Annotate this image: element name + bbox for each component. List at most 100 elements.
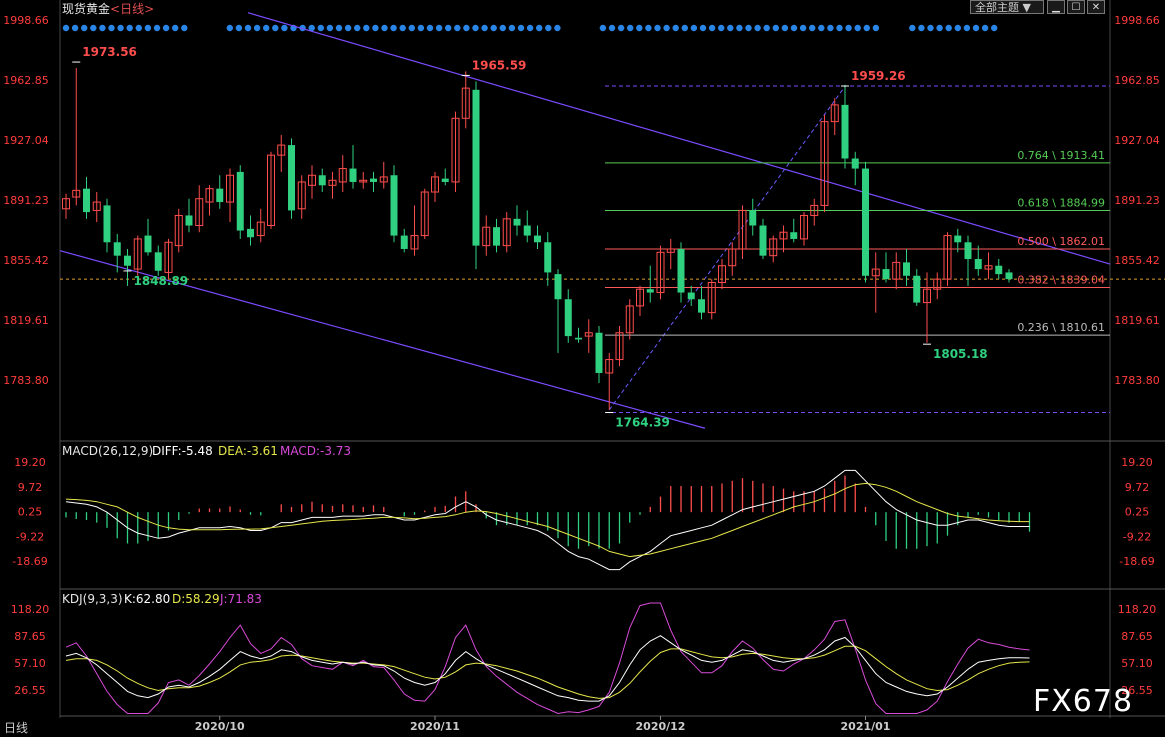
candle-body <box>677 248 685 293</box>
fib-level-label: 0.236 \ 1810.61 <box>1017 321 1105 334</box>
macd-axis-tick-right: 19.20 <box>1121 456 1153 469</box>
macd-axis-tick-left: 19.20 <box>14 456 46 469</box>
event-dot <box>745 24 752 32</box>
event-dot <box>809 24 816 32</box>
event-dot <box>963 24 971 32</box>
event-dot <box>135 24 142 32</box>
event-dot <box>672 24 679 32</box>
candle-body <box>1005 272 1013 280</box>
event-dot <box>827 24 834 32</box>
candle-body <box>154 252 162 271</box>
kdj-legend-j: J:71.83 <box>219 592 262 606</box>
event-dot <box>90 24 97 32</box>
kdj-axis-tick-right: 118.20 <box>1118 603 1157 616</box>
event-dot <box>718 24 725 32</box>
macd-axis-tick-left: 9.72 <box>18 481 43 494</box>
price-axis-tick-left: 1855.42 <box>3 254 49 267</box>
candle-body <box>964 242 972 260</box>
event-dot <box>526 24 534 32</box>
macd-legend-diff: DIFF:-5.48 <box>152 444 213 458</box>
event-dot <box>954 24 961 32</box>
event-dot <box>445 24 452 32</box>
macd-axis-tick-right: 9.72 <box>1125 481 1150 494</box>
candle-body <box>83 188 90 213</box>
extreme-label: 1973.56 <box>82 45 137 59</box>
event-dot <box>363 24 370 32</box>
event-dot <box>872 24 880 32</box>
macd-axis-tick-right: 0.25 <box>1125 506 1150 519</box>
macd-legend-params: MACD(26,12,9) <box>62 444 153 458</box>
macd-axis-tick-right: -9.22 <box>1123 530 1151 543</box>
event-dot <box>326 24 334 32</box>
event-dot <box>153 24 161 32</box>
event-dot <box>481 24 488 32</box>
fib-level-label: 0.618 \ 1884.99 <box>1017 196 1105 209</box>
candle-body <box>124 255 131 266</box>
event-dot <box>272 24 279 32</box>
fib-level-label: 0.764 \ 1913.41 <box>1017 149 1105 162</box>
candle-body <box>995 265 1003 275</box>
event-dot <box>627 24 634 32</box>
candle-body <box>749 210 757 226</box>
candle-body <box>759 225 767 256</box>
event-dot <box>381 24 388 32</box>
fib-swing-line <box>608 86 846 411</box>
event-dot <box>991 24 998 32</box>
extreme-label: 1764.39 <box>615 416 670 430</box>
event-dot <box>372 24 379 32</box>
price-axis-tick-right: 1998.66 <box>1114 14 1160 27</box>
candle-body <box>913 275 921 303</box>
candle-body <box>554 274 562 300</box>
candle-body <box>370 178 377 182</box>
event-dot <box>663 24 670 32</box>
period-label[interactable]: 日线 <box>4 719 28 736</box>
event-dot <box>690 24 698 32</box>
event-dot <box>636 24 643 32</box>
price-axis-tick-left: 1819.61 <box>3 314 49 327</box>
event-dot <box>799 24 807 32</box>
candle-body <box>513 218 521 226</box>
event-dot <box>545 24 552 32</box>
chart-canvas[interactable]: 1998.66 1998.66 1962.85 1962.85 1927.04 1927.… <box>0 0 1165 737</box>
event-dot <box>517 24 525 32</box>
event-dot <box>99 24 106 32</box>
price-axis-tick-right: 1927.04 <box>1114 134 1160 147</box>
brand-logo: FX678 <box>1033 684 1134 719</box>
event-dot <box>390 24 397 32</box>
event-dot <box>354 24 361 32</box>
event-dot <box>181 24 188 32</box>
event-dot <box>699 24 707 32</box>
candle-body <box>441 178 449 182</box>
event-dot <box>836 24 843 32</box>
candle-body <box>288 145 295 211</box>
candle-body <box>954 235 962 243</box>
event-dot <box>235 24 243 32</box>
event-dot <box>117 24 124 32</box>
event-dot <box>754 24 761 32</box>
fib-level-label: 0.500 \ 1862.01 <box>1017 235 1105 248</box>
candle-body <box>575 337 582 340</box>
macd-axis-tick-left: 0.25 <box>18 506 43 519</box>
x-axis-tick-label: 2020/10 <box>195 720 245 733</box>
event-dot <box>454 24 461 32</box>
event-dot <box>108 24 115 32</box>
price-axis-tick-left: 1962.85 <box>3 74 49 87</box>
candle-body <box>185 215 193 226</box>
event-dot <box>417 24 425 32</box>
event-dot <box>281 24 288 32</box>
event-dot <box>781 24 789 32</box>
candle-body <box>103 205 111 243</box>
kdj-axis-tick-left: 57.10 <box>14 657 46 670</box>
event-dot <box>126 24 133 32</box>
event-dot <box>81 24 88 32</box>
event-dot <box>71 24 79 32</box>
event-dot <box>172 24 179 32</box>
event-dot <box>972 24 980 32</box>
event-dot <box>62 24 70 32</box>
event-dot <box>772 24 779 32</box>
event-dot <box>554 24 561 32</box>
macd-axis-tick-left: -9.22 <box>16 530 44 543</box>
event-dot <box>508 24 516 32</box>
kdj-k-line <box>65 635 1030 702</box>
kdj-axis-tick-left: 26.55 <box>14 684 46 697</box>
